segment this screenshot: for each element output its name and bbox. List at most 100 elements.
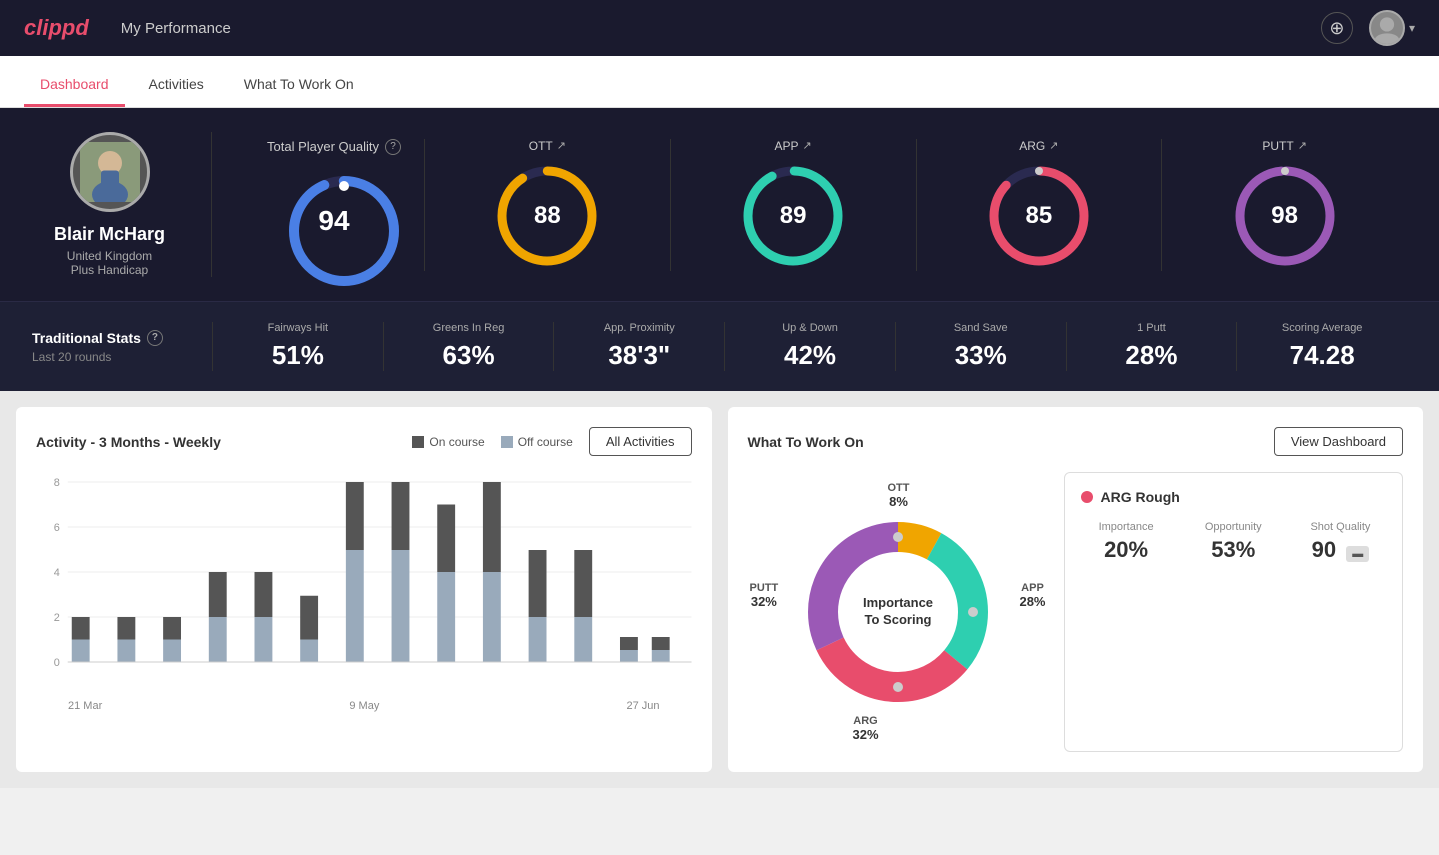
user-menu-button[interactable]: ▾ — [1369, 10, 1415, 46]
stat-scoring-value: 74.28 — [1249, 340, 1395, 371]
stat-sandsave-value: 33% — [908, 340, 1054, 371]
trad-stats-title: Traditional Stats — [32, 330, 141, 346]
avatar — [1369, 10, 1405, 46]
bottom-panels: Activity - 3 Months - Weekly On course O… — [0, 391, 1439, 788]
page-title: My Performance — [121, 20, 1321, 37]
stat-proximity-label: App. Proximity — [566, 322, 712, 334]
metric-putt: PUTT ↗ 98 — [1161, 139, 1407, 271]
svg-text:8: 8 — [54, 477, 60, 489]
activity-chart: 8 6 4 2 0 — [36, 472, 692, 692]
stat-items: Fairways Hit 51% Greens In Reg 63% App. … — [212, 322, 1407, 371]
stat-fairways: Fairways Hit 51% — [212, 322, 383, 371]
stat-oneputt-value: 28% — [1079, 340, 1225, 371]
avatar — [70, 132, 150, 212]
top-nav: clippd My Performance ⊕ ▾ — [0, 0, 1439, 56]
stat-fairways-value: 51% — [225, 340, 371, 371]
trad-stats-section: Traditional Stats ? Last 20 rounds Fairw… — [0, 301, 1439, 391]
detail-card-header: ARG Rough — [1081, 489, 1387, 505]
app-gauge: 89 — [738, 161, 848, 271]
app-value: 89 — [780, 202, 807, 230]
shot-quality-badge: ▬ — [1346, 546, 1369, 562]
detail-opportunity-value: 53% — [1188, 537, 1279, 563]
putt-trend-icon: ↗ — [1298, 139, 1307, 152]
total-quality: Total Player Quality ? 94 — [244, 139, 424, 271]
ott-gauge: 88 — [492, 161, 602, 271]
wtwo-content: Importance To Scoring OTT 8% APP 28% ARG… — [748, 472, 1404, 752]
tabs-bar: Dashboard Activities What To Work On — [0, 56, 1439, 108]
stat-sandsave: Sand Save 33% — [895, 322, 1066, 371]
detail-shotquality: Shot Quality 90 ▬ — [1295, 521, 1386, 563]
tab-activities[interactable]: Activities — [133, 64, 220, 107]
legend-oncourse-dot — [412, 436, 424, 448]
detail-shotquality-value: 90 ▬ — [1295, 537, 1386, 563]
tq-label-text: Total Player Quality — [267, 139, 379, 154]
activity-panel: Activity - 3 Months - Weekly On course O… — [16, 407, 712, 772]
detail-metrics: Importance 20% Opportunity 53% Shot Qual… — [1081, 521, 1387, 563]
player-info: Blair McHarg United Kingdom Plus Handica… — [32, 132, 212, 277]
stat-oneputt-label: 1 Putt — [1079, 322, 1225, 334]
chart-label-mar: 21 Mar — [68, 700, 102, 712]
svg-text:2: 2 — [54, 612, 60, 624]
red-dot-icon — [1081, 491, 1093, 503]
app-donut-label: APP 28% — [1019, 582, 1045, 609]
detail-importance: Importance 20% — [1081, 521, 1172, 563]
ott-value: 88 — [534, 202, 561, 230]
stat-oneputt: 1 Putt 28% — [1066, 322, 1237, 371]
stat-proximity-value: 38'3" — [566, 340, 712, 371]
help-icon[interactable]: ? — [385, 139, 401, 155]
activity-panel-title: Activity - 3 Months - Weekly — [36, 434, 221, 450]
legend-oncourse: On course — [412, 435, 484, 449]
add-button[interactable]: ⊕ — [1321, 12, 1353, 44]
stat-greens-label: Greens In Reg — [396, 322, 542, 334]
detail-shotquality-label: Shot Quality — [1295, 521, 1386, 533]
stat-fairways-label: Fairways Hit — [225, 322, 371, 334]
stat-proximity: App. Proximity 38'3" — [553, 322, 724, 371]
view-dashboard-button[interactable]: View Dashboard — [1274, 427, 1403, 456]
tab-what-to-work-on[interactable]: What To Work On — [228, 64, 370, 107]
ott-donut-label: OTT 8% — [888, 482, 910, 509]
legend-offcourse-label: Off course — [518, 435, 573, 449]
activity-panel-header: Activity - 3 Months - Weekly On course O… — [36, 427, 692, 456]
putt-label: PUTT — [1262, 139, 1293, 153]
svg-text:4: 4 — [54, 567, 60, 579]
player-country: United Kingdom — [67, 249, 152, 263]
total-quality-value: 94 — [318, 205, 349, 237]
arg-trend-icon: ↗ — [1049, 139, 1058, 152]
stat-scoring-label: Scoring Average — [1249, 322, 1395, 334]
metric-app: APP ↗ 89 — [670, 139, 916, 271]
player-name: Blair McHarg — [54, 224, 165, 245]
svg-text:0: 0 — [54, 657, 60, 669]
detail-card: ARG Rough Importance 20% Opportunity 53%… — [1064, 472, 1404, 752]
ott-trend-icon: ↗ — [557, 139, 566, 152]
tab-dashboard[interactable]: Dashboard — [24, 64, 125, 107]
detail-importance-label: Importance — [1081, 521, 1172, 533]
all-activities-button[interactable]: All Activities — [589, 427, 692, 456]
total-quality-gauge: 94 — [284, 171, 384, 271]
logo: clippd — [24, 15, 89, 41]
player-handicap: Plus Handicap — [71, 263, 148, 277]
stat-updown-value: 42% — [737, 340, 883, 371]
ott-label: OTT — [529, 139, 553, 153]
stat-updown-label: Up & Down — [737, 322, 883, 334]
metric-ott: OTT ↗ 88 — [424, 139, 670, 271]
plus-icon: ⊕ — [1329, 18, 1344, 39]
stat-updown: Up & Down 42% — [724, 322, 895, 371]
wtwo-panel-title: What To Work On — [748, 434, 864, 450]
trad-stats-label: Traditional Stats ? Last 20 rounds — [32, 330, 212, 364]
chart-x-labels: 21 Mar 9 May 27 Jun — [36, 700, 692, 712]
metric-scores: OTT ↗ 88 APP ↗ — [424, 139, 1407, 271]
stat-greens: Greens In Reg 63% — [383, 322, 554, 371]
svg-text:To Scoring: To Scoring — [864, 612, 931, 627]
chart-legend: On course Off course — [412, 435, 573, 449]
detail-opportunity: Opportunity 53% — [1188, 521, 1279, 563]
putt-donut-label: PUTT 32% — [750, 582, 779, 609]
svg-text:Importance: Importance — [862, 595, 932, 610]
detail-opportunity-label: Opportunity — [1188, 521, 1279, 533]
arg-value: 85 — [1026, 202, 1053, 230]
hero-section: Blair McHarg United Kingdom Plus Handica… — [0, 108, 1439, 301]
chevron-down-icon: ▾ — [1409, 21, 1415, 35]
trad-stats-help-icon[interactable]: ? — [147, 330, 163, 346]
stat-scoring: Scoring Average 74.28 — [1236, 322, 1407, 371]
putt-gauge: 98 — [1230, 161, 1340, 271]
app-trend-icon: ↗ — [803, 139, 812, 152]
